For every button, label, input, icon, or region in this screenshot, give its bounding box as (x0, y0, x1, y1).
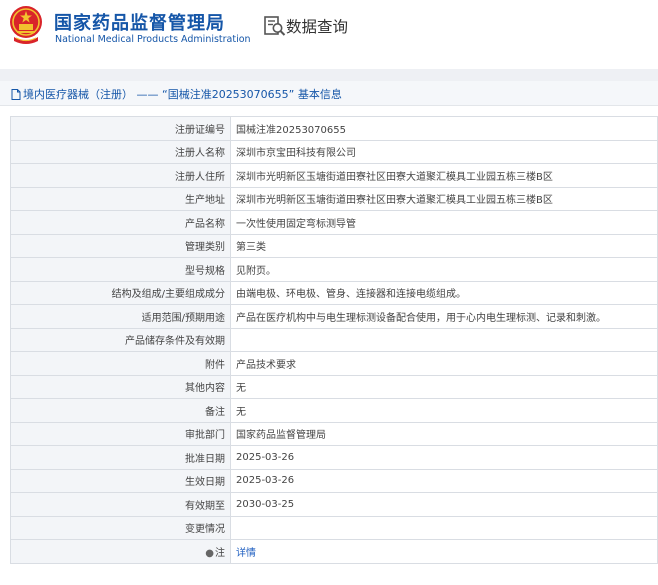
field-label: 生效日期 (10, 468, 231, 493)
notes-label-cell: ●注 (10, 539, 231, 564)
field-label: 变更情况 (10, 515, 231, 540)
table-row: 管理类别 第三类 (10, 233, 658, 258)
field-label: 审批部门 (10, 421, 231, 446)
field-value: 由端电极、环电极、管身、连接器和连接电缆组成。 (230, 280, 658, 305)
field-value: 无 (230, 374, 658, 399)
field-value: 深圳市光明新区玉塘街道田寮社区田寮大道聚汇模具工业园五栋三楼B区 (230, 186, 658, 211)
document-icon (11, 89, 21, 100)
field-value (230, 515, 658, 540)
field-value: 产品在医疗机构中与电生理标测设备配合使用，用于心内电生理标测、记录和刺激。 (230, 304, 658, 329)
field-value: 国家药品监督管理局 (230, 421, 658, 446)
brand-title-en[interactable]: National Medical Products Administration (55, 34, 251, 45)
field-value: 无 (230, 398, 658, 423)
field-label: 生产地址 (10, 186, 231, 211)
table-row: 审批部门 国家药品监督管理局 (10, 421, 658, 446)
table-row: 批准日期 2025-03-26 (10, 445, 658, 470)
field-value: 产品技术要求 (230, 351, 658, 376)
table-row: 结构及组成/主要组成成分 由端电极、环电极、管身、连接器和连接电缆组成。 (10, 280, 658, 305)
breadcrumb-text: 境内医疗器械（注册） —— “国械注准20253070655” 基本信息 (23, 88, 342, 101)
table-row: 产品储存条件及有效期 (10, 327, 658, 352)
field-label: 注册人名称 (10, 139, 231, 164)
field-label: 管理类别 (10, 233, 231, 258)
field-label: 注册证编号 (10, 116, 231, 141)
table-row: 适用范围/预期用途 产品在医疗机构中与电生理标测设备配合使用，用于心内电生理标测、… (10, 304, 658, 329)
table-row: 变更情况 (10, 515, 658, 540)
field-label: 其他内容 (10, 374, 231, 399)
table-row: 型号规格 见附页。 (10, 257, 658, 282)
table-row: 附件 产品技术要求 (10, 351, 658, 376)
field-label: 型号规格 (10, 257, 231, 282)
notes-label: 注 (215, 547, 225, 559)
field-value: 见附页。 (230, 257, 658, 282)
table-row: 注册人住所 深圳市光明新区玉塘街道田寮社区田寮大道聚汇模具工业园五栋三楼B区 (10, 163, 658, 188)
data-search-icon (264, 16, 286, 36)
brand-title-cn[interactable]: 国家药品监督管理局 (54, 9, 225, 35)
field-value: 第三类 (230, 233, 658, 258)
table-row: 生效日期 2025-03-26 (10, 468, 658, 493)
field-value: 一次性使用固定弯标测导管 (230, 210, 658, 235)
site-header: 国家药品监督管理局 National Medical Products Admi… (0, 0, 658, 56)
field-value: 2030-03-25 (230, 492, 658, 517)
field-label: 批准日期 (10, 445, 231, 470)
registration-detail-table: 注册证编号 国械注准20253070655 注册人名称 深圳市京宝田科技有限公司 注册人… (10, 116, 658, 564)
table-row: 有效期至 2030-03-25 (10, 492, 658, 517)
table-row: 注册证编号 国械注准20253070655 (10, 116, 658, 141)
field-label: 注册人住所 (10, 163, 231, 188)
field-value: 2025-03-26 (230, 468, 658, 493)
table-row-notes: ●注 详情 (10, 539, 658, 564)
national-emblem-icon (10, 6, 42, 44)
table-row: 其他内容无 (10, 374, 658, 399)
field-value: 国械注准20253070655 (230, 116, 658, 141)
info-circle-icon: ● (205, 547, 214, 559)
field-value: 深圳市光明新区玉塘街道田寮社区田寮大道聚汇模具工业园五栋三楼B区 (230, 163, 658, 188)
data-search-title: 数据查询 (286, 18, 349, 36)
field-label: 附件 (10, 351, 231, 376)
details-link[interactable]: 详情 (236, 548, 256, 559)
table-row: 注册人名称 深圳市京宝田科技有限公司 (10, 139, 658, 164)
breadcrumb-label: 境内医疗器械（注册） —— “国械注准20253070655” 基本信息 (11, 86, 342, 102)
notes-value-cell: 详情 (230, 539, 658, 564)
table-row: 备注无 (10, 398, 658, 423)
field-value (230, 327, 658, 352)
field-value: 2025-03-26 (230, 445, 658, 470)
header-separator (0, 69, 658, 81)
table-row: 产品名称 一次性使用固定弯标测导管 (10, 210, 658, 235)
table-row: 生产地址 深圳市光明新区玉塘街道田寮社区田寮大道聚汇模具工业园五栋三楼B区 (10, 186, 658, 211)
field-label: 有效期至 (10, 492, 231, 517)
field-value: 深圳市京宝田科技有限公司 (230, 139, 658, 164)
field-label: 备注 (10, 398, 231, 423)
field-label: 产品储存条件及有效期 (10, 327, 231, 352)
field-label: 产品名称 (10, 210, 231, 235)
field-label: 结构及组成/主要组成成分 (10, 280, 231, 305)
field-label: 适用范围/预期用途 (10, 304, 231, 329)
breadcrumb: 境内医疗器械（注册） —— “国械注准20253070655” 基本信息 (0, 81, 658, 106)
